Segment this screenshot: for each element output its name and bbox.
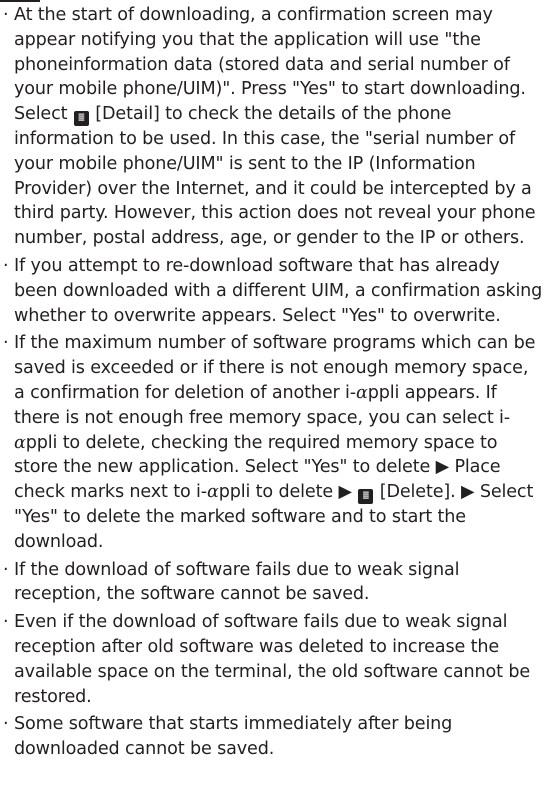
menu-softkey-icon: ≣ [358,489,374,505]
list-item: · Even if the download of software fails… [0,610,544,709]
right-pointer-icon: ▶ [460,482,475,503]
alpha-glyph: α [14,432,26,453]
note-text: Even if the download of software fails d… [14,612,531,707]
list-item: · If you attempt to re-download software… [0,254,544,328]
alpha-glyph: α [356,382,368,403]
notes-list: · At the start of downloading, a confirm… [0,3,544,762]
section-rule [0,0,40,2]
note-text: If the download of software fails due to… [14,559,460,605]
list-item: · Some software that starts immediately … [0,712,544,762]
bullet-dot: · [3,5,9,25]
list-item: · At the start of downloading, a confirm… [0,3,544,251]
note-text: ppli to delete, checking the required me… [14,432,498,478]
list-item: · If the download of software fails due … [0,558,544,608]
alpha-glyph: α [206,482,219,503]
note-text: [Delete]. [379,482,456,503]
manual-page: · At the start of downloading, a confirm… [0,0,544,786]
menu-softkey-icon: ≣ [73,111,89,127]
bullet-dot: · [3,255,9,276]
list-item: · If the maximum number of software prog… [0,331,544,554]
note-text: If you attempt to re-download software t… [14,255,543,326]
bullet-dot: · [3,714,9,735]
bullet-dot: · [3,612,9,633]
note-text: Some software that starts immediately af… [14,714,453,760]
note-text: [Detail] to check the details of the pho… [14,104,536,249]
right-pointer-icon: ▶ [435,457,450,478]
note-text: ppli to delete [218,482,333,503]
right-pointer-icon: ▶ [338,482,352,503]
bullet-dot: · [3,333,9,354]
bullet-dot: · [3,559,9,580]
